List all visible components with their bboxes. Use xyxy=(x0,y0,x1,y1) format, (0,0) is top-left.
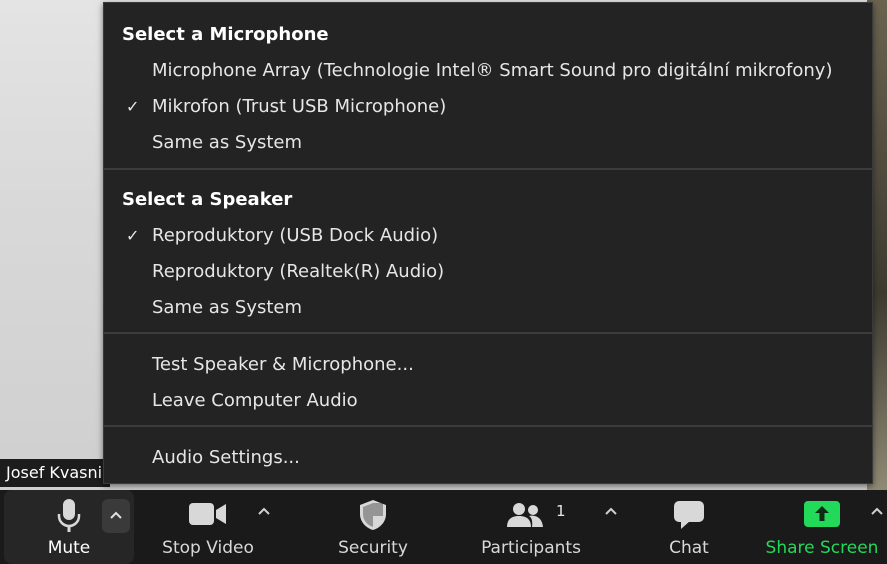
caret-up-icon xyxy=(870,504,884,520)
menu-item-label: Reproduktory (USB Dock Audio) xyxy=(152,225,439,246)
caret-up-icon xyxy=(257,504,271,520)
test-speaker-microphone-item[interactable]: Test Speaker & Microphone... xyxy=(104,348,872,382)
security-button[interactable]: Security xyxy=(324,490,422,564)
stop-video-label: Stop Video xyxy=(162,538,254,558)
menu-divider xyxy=(104,425,872,427)
caret-up-icon xyxy=(604,504,618,520)
speaker-option-realtek[interactable]: Reproduktory (Realtek(R) Audio) xyxy=(104,255,872,289)
microphone-option-array[interactable]: Microphone Array (Technologie Intel® Sma… xyxy=(104,54,872,88)
microphone-option-trust-usb[interactable]: ✓ Mikrofon (Trust USB Microphone) xyxy=(104,90,872,124)
chat-bubble-icon xyxy=(673,500,705,534)
menu-item-label: Reproduktory (Realtek(R) Audio) xyxy=(152,261,445,282)
menu-item-label: Leave Computer Audio xyxy=(152,390,358,411)
menu-item-label: Test Speaker & Microphone... xyxy=(152,354,414,375)
share-options-caret[interactable] xyxy=(866,498,887,526)
stop-video-button[interactable]: Stop Video xyxy=(152,490,264,564)
leave-computer-audio-item[interactable]: Leave Computer Audio xyxy=(104,384,872,418)
meeting-toolbar: Mute Stop Video Security 1 Participants … xyxy=(0,490,887,564)
menu-item-label: Same as System xyxy=(152,297,303,318)
video-camera-icon xyxy=(189,502,227,530)
menu-divider xyxy=(104,168,872,170)
security-label: Security xyxy=(338,538,408,558)
microphone-option-same-as-system[interactable]: Same as System xyxy=(104,126,872,160)
chat-button[interactable]: Chat xyxy=(650,490,728,564)
audio-settings-item[interactable]: Audio Settings... xyxy=(104,441,872,475)
menu-divider xyxy=(104,332,872,334)
participants-icon xyxy=(506,502,544,532)
participants-button[interactable]: 1 Participants xyxy=(476,490,586,564)
menu-item-label: Microphone Array (Technologie Intel® Sma… xyxy=(152,60,833,81)
speaker-option-usb-dock[interactable]: ✓ Reproduktory (USB Dock Audio) xyxy=(104,219,872,253)
shield-icon xyxy=(359,499,387,535)
participants-label: Participants xyxy=(481,538,581,558)
audio-options-menu: Select a Microphone Microphone Array (Te… xyxy=(103,2,873,484)
participant-name-tag: Josef Kvasnička xyxy=(0,459,110,487)
caret-up-icon xyxy=(109,508,123,524)
select-speaker-heading: Select a Speaker xyxy=(122,189,293,210)
audio-options-caret[interactable] xyxy=(102,499,130,533)
video-options-caret[interactable] xyxy=(250,498,278,526)
share-screen-button[interactable]: Share Screen xyxy=(762,490,882,564)
checkmark-icon: ✓ xyxy=(126,97,140,116)
menu-item-label: Mikrofon (Trust USB Microphone) xyxy=(152,96,447,117)
select-microphone-heading: Select a Microphone xyxy=(122,24,329,45)
mute-label: Mute xyxy=(47,538,91,558)
microphone-icon xyxy=(57,498,81,538)
share-screen-icon xyxy=(804,501,840,531)
checkmark-icon: ✓ xyxy=(126,226,140,245)
chat-label: Chat xyxy=(669,538,709,558)
participants-options-caret[interactable] xyxy=(597,498,625,526)
speaker-option-same-as-system[interactable]: Same as System xyxy=(104,291,872,325)
participants-count: 1 xyxy=(556,502,566,520)
menu-item-label: Audio Settings... xyxy=(152,447,300,468)
menu-item-label: Same as System xyxy=(152,132,303,153)
share-screen-label: Share Screen xyxy=(765,538,879,558)
